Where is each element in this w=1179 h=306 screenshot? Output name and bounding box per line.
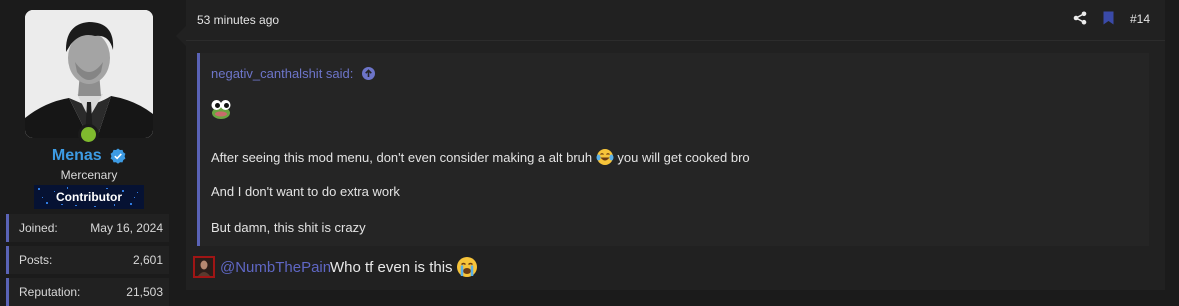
online-status-indicator [78,124,99,145]
avatar[interactable] [25,10,153,138]
username[interactable]: Menas [0,147,178,165]
arrow-up-circle-icon[interactable] [362,66,375,83]
stat-joined: Joined: May 16, 2024 [6,214,169,242]
quote-line-text: you will get cooked bro [617,149,750,165]
user-mention-link[interactable]: @NumbThePain [220,259,331,276]
user-banner: Contributor [34,185,144,209]
username-text[interactable]: Menas [52,147,102,164]
quote-attribution[interactable]: negativ_canthalshit said: [211,66,375,83]
verified-badge-icon [110,148,126,164]
user-banner-label: Contributor [56,190,122,204]
mention-avatar[interactable] [193,256,215,278]
stat-value: May 16, 2024 [90,221,163,235]
sob-emoji-icon [456,256,478,282]
stat-reputation: Reputation: 21,503 [6,278,169,306]
laughing-crying-emoji-icon [596,148,614,169]
stat-label: Joined: [19,221,58,235]
quote-line: But damn, this shit is crazy [211,220,366,235]
user-column: Menas Mercenary Contributor Joined: May … [0,0,178,306]
post-pointer-arrow [176,26,186,46]
post-number-link[interactable]: #14 [1130,12,1150,26]
post-header: 53 minutes ago #14 [186,0,1165,41]
quote-block: negativ_canthalshit said: After seeing t… [197,53,1149,246]
stat-value: 21,503 [126,285,163,299]
stat-value[interactable]: 2,601 [133,253,163,267]
quote-line: And I don't want to do extra work [211,184,400,199]
stat-label: Reputation: [19,285,81,299]
bookmark-icon[interactable] [1103,11,1114,30]
quote-author[interactable]: negativ_canthalshit said: [211,66,353,81]
reply-text: Who tf even is this [330,259,453,276]
post-body: 53 minutes ago #14 negativ_canthalshit s… [186,0,1165,290]
quote-line: After seeing this mod menu, don't even c… [211,148,750,169]
frog-emoji-icon [210,98,232,125]
share-icon[interactable] [1073,11,1087,30]
post-timestamp[interactable]: 53 minutes ago [197,13,279,27]
user-title: Mercenary [60,168,118,182]
stat-posts: Posts: 2,601 [6,246,169,274]
quote-line-text: After seeing this mod menu, don't even c… [211,149,593,165]
stat-label: Posts: [19,253,53,267]
